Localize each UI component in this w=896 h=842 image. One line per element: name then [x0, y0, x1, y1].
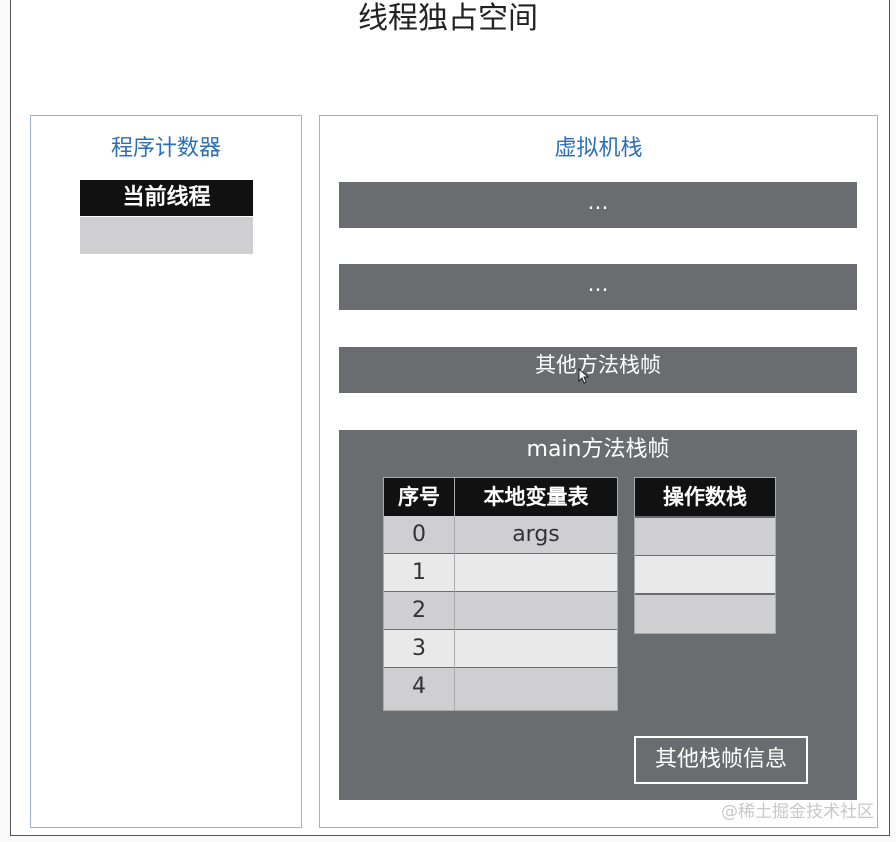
- table-row-value: args: [455, 516, 617, 553]
- table-row-index: 0: [384, 516, 454, 553]
- current-thread-cell: [80, 217, 253, 254]
- watermark: @稀土掘金技术社区: [721, 802, 874, 822]
- operand-stack-header: 操作数栈: [635, 478, 775, 516]
- operand-stack-slot: [635, 595, 775, 633]
- local-var-column-header: 本地变量表: [455, 478, 617, 516]
- table-row-index: 4: [384, 668, 454, 710]
- diagram-title: 线程独占空间: [358, 1, 538, 36]
- other-frame-info: 其他栈帧信息: [634, 736, 808, 784]
- table-row-value: [455, 630, 617, 667]
- other-method-stack-frame: 其他方法栈帧: [339, 347, 857, 393]
- current-thread-header: 当前线程: [80, 180, 253, 216]
- table-row-value: [455, 592, 617, 629]
- operand-stack-slot: [635, 518, 775, 555]
- operand-stack-slot: [635, 556, 775, 593]
- table-row-value: [455, 668, 617, 710]
- mouse-cursor-icon: [578, 368, 590, 384]
- vm-stack-title: 虚拟机栈: [554, 136, 643, 161]
- index-column-header: 序号: [384, 478, 454, 516]
- stack-frame-ellipsis-1: …: [339, 182, 857, 228]
- table-row-index: 3: [384, 630, 454, 667]
- main-frame-title: main方法栈帧: [526, 437, 670, 462]
- table-row-index: 1: [384, 554, 454, 591]
- table-column-divider: [454, 478, 455, 710]
- table-row-index: 2: [384, 592, 454, 629]
- program-counter-title: 程序计数器: [110, 136, 221, 161]
- table-row-value: [455, 554, 617, 591]
- stack-frame-ellipsis-2: …: [339, 264, 857, 310]
